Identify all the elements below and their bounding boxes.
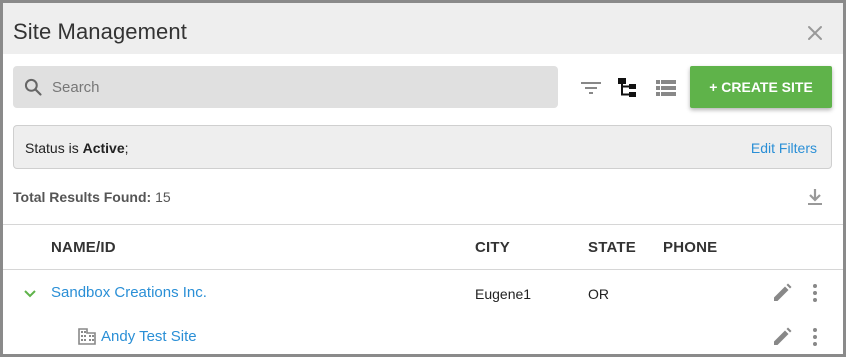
create-site-button[interactable]: + CREATE SITE	[690, 66, 832, 108]
search-icon	[24, 78, 42, 96]
filter-value: Active	[82, 140, 125, 156]
column-header-city[interactable]: CITY	[475, 239, 510, 256]
close-icon[interactable]	[803, 21, 827, 45]
filter-icon[interactable]	[578, 75, 604, 101]
more-options-icon[interactable]	[804, 326, 826, 348]
more-options-icon[interactable]	[804, 282, 826, 304]
dialog-title: Site Management	[13, 19, 187, 44]
table-top-divider	[3, 224, 843, 225]
total-results-count: 15	[155, 189, 171, 205]
tree-view-icon[interactable]	[615, 75, 641, 101]
edit-icon[interactable]	[771, 326, 793, 348]
total-results: Total Results Found: 15	[13, 189, 171, 205]
column-header-name[interactable]: NAME/ID	[51, 239, 116, 256]
filter-summary: Status is Active;	[25, 140, 129, 156]
search-input[interactable]	[52, 66, 552, 108]
row-city: Eugene1	[475, 286, 532, 302]
edit-filters-link[interactable]: Edit Filters	[751, 140, 817, 156]
download-icon[interactable]	[804, 186, 826, 208]
edit-icon[interactable]	[771, 282, 793, 304]
search-box[interactable]	[13, 66, 558, 108]
chevron-down-icon[interactable]	[21, 284, 39, 302]
site-management-dialog: Site Management + CREATE SITE Status is	[0, 0, 846, 357]
table-row: Andy Test Site	[3, 314, 843, 354]
list-view-icon[interactable]	[653, 75, 679, 101]
filter-prefix: Status is	[25, 140, 83, 156]
dialog-titlebar: Site Management	[3, 3, 843, 54]
column-header-phone[interactable]: PHONE	[663, 239, 717, 256]
table-row: Sandbox Creations Inc. Eugene1 OR	[3, 270, 843, 314]
building-icon	[78, 328, 96, 345]
row-state: OR	[588, 286, 609, 302]
column-header-state[interactable]: STATE	[588, 239, 636, 256]
row-name-link[interactable]: Sandbox Creations Inc.	[51, 284, 207, 301]
active-filters-bar: Status is Active; Edit Filters	[13, 125, 832, 169]
total-results-label: Total Results Found:	[13, 189, 152, 205]
filter-suffix: ;	[124, 140, 129, 156]
row-name-link[interactable]: Andy Test Site	[101, 328, 197, 345]
